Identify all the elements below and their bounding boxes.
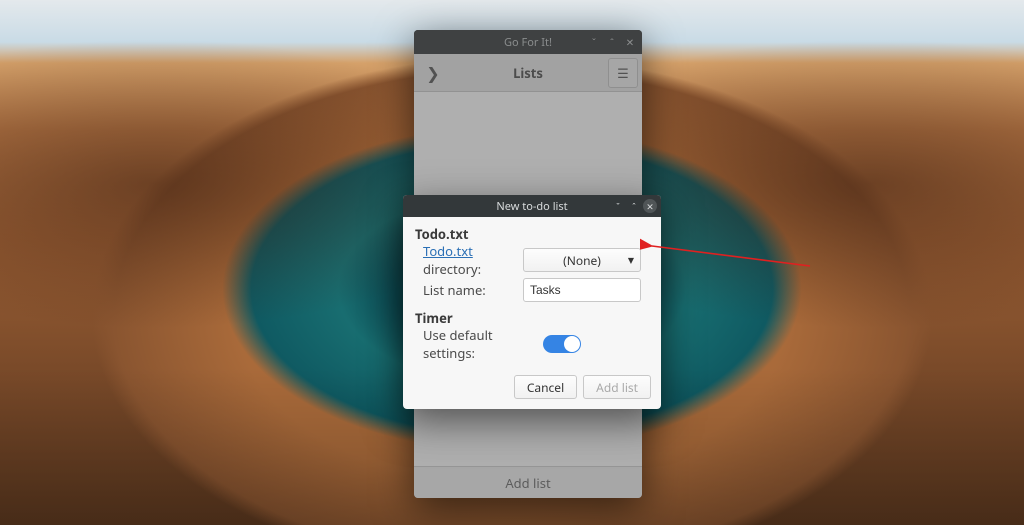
dialog-minimize-icon[interactable]: ˇ bbox=[611, 199, 625, 213]
cancel-button[interactable]: Cancel bbox=[514, 375, 577, 399]
use-default-label: Use default settings: bbox=[415, 326, 543, 362]
add-list-label: Add list bbox=[596, 379, 638, 396]
directory-value: (None) bbox=[563, 252, 601, 269]
dialog-titlebar: New to-do list ˇ ˆ ✕ bbox=[403, 195, 661, 217]
cancel-label: Cancel bbox=[527, 379, 564, 396]
add-list-button[interactable]: Add list bbox=[583, 375, 651, 399]
use-default-row: Use default settings: bbox=[415, 329, 651, 359]
new-todo-list-dialog: New to-do list ˇ ˆ ✕ Todo.txt Todo.txt d… bbox=[403, 195, 661, 409]
chevron-down-icon: ▼ bbox=[628, 255, 634, 266]
directory-chooser[interactable]: (None) ▼ bbox=[523, 248, 641, 272]
directory-rest: directory: bbox=[423, 260, 481, 278]
directory-row: Todo.txt directory: (None) ▼ bbox=[415, 245, 651, 275]
use-default-toggle[interactable] bbox=[543, 335, 581, 353]
list-name-label: List name: bbox=[415, 281, 523, 299]
toggle-knob bbox=[564, 336, 580, 352]
todo-txt-link[interactable]: Todo.txt bbox=[423, 242, 473, 260]
dialog-title: New to-do list bbox=[496, 199, 567, 214]
dialog-footer: Cancel Add list bbox=[403, 367, 661, 409]
dialog-maximize-icon[interactable]: ˆ bbox=[627, 199, 641, 213]
list-name-row: List name: bbox=[415, 275, 651, 305]
directory-label: Todo.txt directory: bbox=[415, 242, 523, 278]
dialog-close-icon[interactable]: ✕ bbox=[643, 199, 657, 213]
list-name-input[interactable] bbox=[523, 278, 641, 302]
dialog-body: Todo.txt Todo.txt directory: (None) ▼ Li… bbox=[403, 217, 661, 367]
